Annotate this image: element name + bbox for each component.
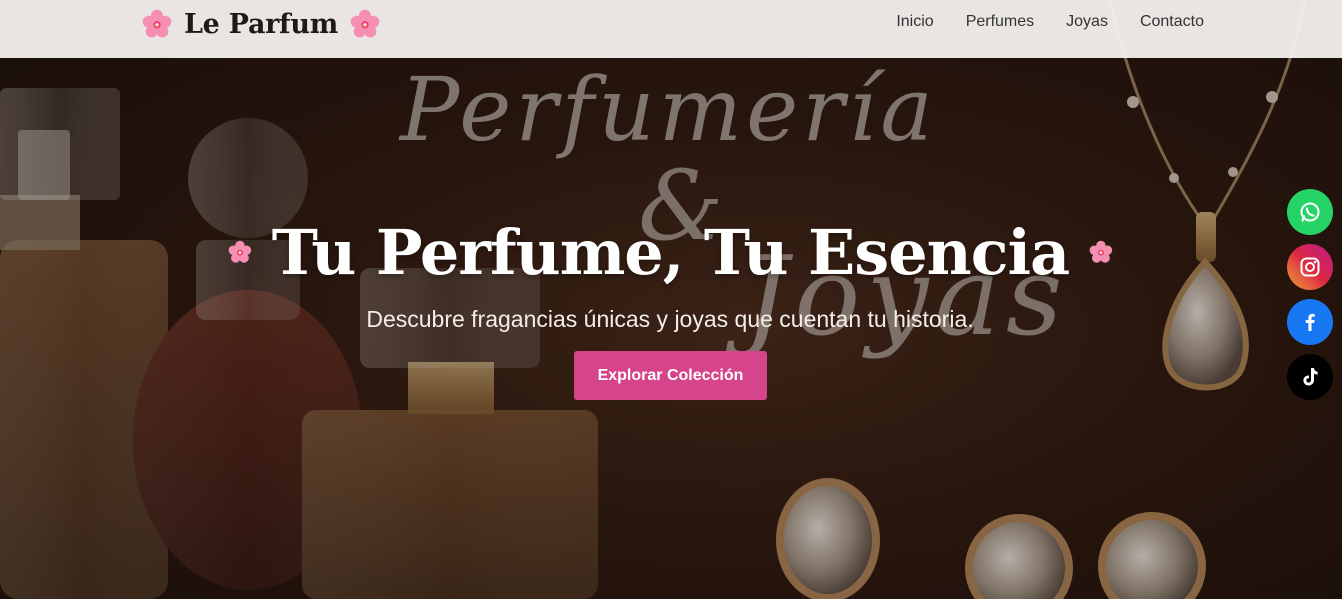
nav-contacto[interactable]: Contacto — [1140, 13, 1204, 31]
nav-inicio[interactable]: Inicio — [896, 13, 933, 31]
nav-joyas[interactable]: Joyas — [1066, 13, 1108, 31]
hero-subtitle: Descubre fragancias únicas y joyas que c… — [366, 306, 974, 332]
cherry-blossom-icon — [142, 9, 172, 38]
tiktok-button[interactable] — [1287, 354, 1333, 400]
brand-logo[interactable]: Le Parfum — [142, 7, 380, 41]
whatsapp-icon — [1300, 202, 1320, 222]
brand-name: Le Parfum — [184, 8, 338, 40]
hero-title-row: Tu Perfume, Tu Esencia — [228, 212, 1113, 292]
facebook-icon — [1305, 313, 1315, 331]
script-perfumeria: Perfumería — [400, 58, 937, 161]
explore-collection-button[interactable]: Explorar Colección — [574, 351, 767, 400]
tiktok-icon — [1303, 368, 1318, 386]
whatsapp-button[interactable] — [1287, 189, 1333, 235]
page: Perfumería & Joyas Le Parfum Inicio Perf… — [0, 0, 1342, 599]
instagram-button[interactable] — [1287, 244, 1333, 290]
cherry-blossom-icon — [1089, 240, 1113, 263]
nav-perfumes[interactable]: Perfumes — [966, 13, 1034, 31]
instagram-icon — [1300, 257, 1320, 277]
hero-title: Tu Perfume, Tu Esencia — [271, 215, 1070, 289]
facebook-button[interactable] — [1287, 299, 1333, 345]
cherry-blossom-icon — [228, 240, 252, 263]
cherry-blossom-icon — [350, 9, 380, 38]
navbar: Le Parfum Inicio Perfumes Joyas Contacto — [0, 0, 1342, 58]
social-links — [1287, 189, 1333, 400]
nav-links: Inicio Perfumes Joyas Contacto — [896, 13, 1204, 31]
